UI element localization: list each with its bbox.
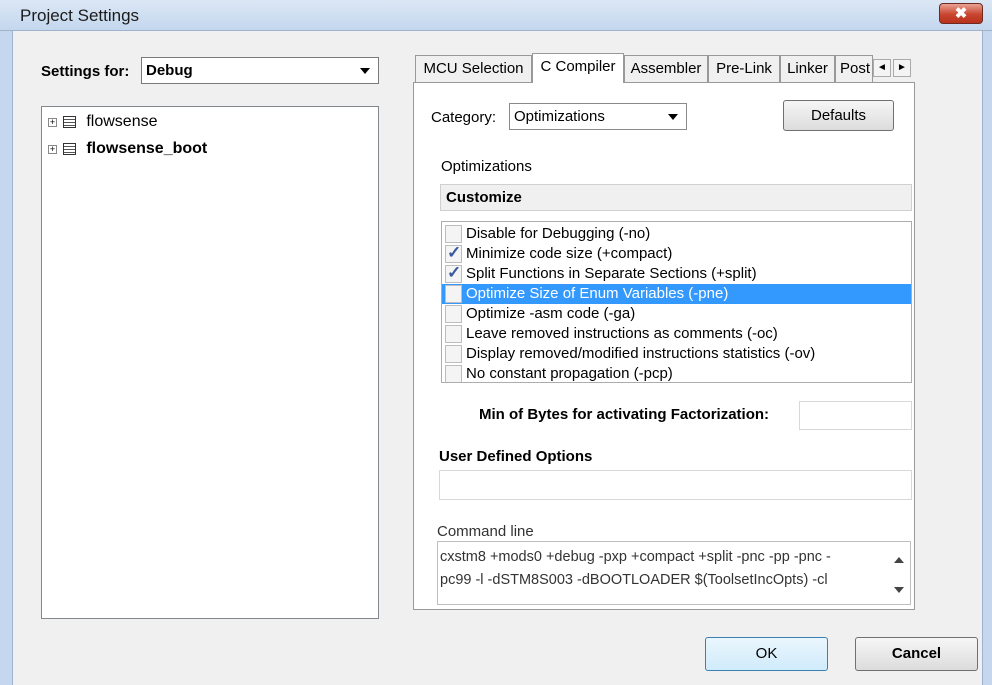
tab-label: Pre-Link xyxy=(716,60,772,77)
tree-item-label: flowsense xyxy=(86,113,158,130)
tree-item-flowsense-boot[interactable]: + flowsense_boot xyxy=(48,140,207,160)
tab-mcu-selection[interactable]: MCU Selection xyxy=(415,55,532,82)
option-checkbox[interactable] xyxy=(445,305,462,323)
option-label: Optimize -asm code (-ga) xyxy=(466,305,636,322)
cancel-button[interactable]: Cancel xyxy=(855,637,978,671)
option-label: Disable for Debugging (-no) xyxy=(466,225,651,242)
command-line-scrollbar[interactable] xyxy=(887,542,910,604)
tab-label: Post xyxy=(840,60,871,77)
option-row[interactable]: Leave removed instructions as comments (… xyxy=(442,324,911,344)
chevron-down-icon xyxy=(360,68,370,74)
tab-pre-link[interactable]: Pre-Link xyxy=(708,55,780,82)
option-label: Minimize code size (+compact) xyxy=(466,245,673,262)
tab-assembler[interactable]: Assembler xyxy=(624,55,708,82)
chevron-down-icon xyxy=(668,114,678,120)
scroll-up-icon[interactable] xyxy=(894,557,904,563)
tab-label: MCU Selection xyxy=(423,60,524,77)
close-button[interactable]: ✖ xyxy=(939,3,983,24)
tab-post[interactable]: Post xyxy=(835,55,873,82)
option-row[interactable]: Optimize -asm code (-ga) xyxy=(442,304,911,324)
title-bar: Project Settings ✖ xyxy=(0,0,992,31)
tab-scroll-left-icon[interactable]: ◄ xyxy=(873,59,891,77)
checkmark-icon: ✓ xyxy=(447,243,462,262)
option-checkbox[interactable] xyxy=(445,345,462,363)
option-row[interactable]: Display removed/modified instructions st… xyxy=(442,344,911,364)
command-line-label: Command line xyxy=(437,523,534,540)
option-checkbox[interactable]: ✓ xyxy=(445,263,462,283)
window-frame-right xyxy=(982,31,992,685)
option-label: Optimize Size of Enum Variables (-pne) xyxy=(466,285,729,302)
tab-scroll-right-icon[interactable]: ► xyxy=(893,59,911,77)
tree-item-flowsense[interactable]: + flowsense xyxy=(48,113,158,133)
option-checkbox[interactable]: ✓ xyxy=(445,243,462,263)
project-tree[interactable]: + flowsense + flowsense_boot xyxy=(41,106,379,619)
tab-label: Assembler xyxy=(630,60,702,77)
ok-button[interactable]: OK xyxy=(705,637,828,671)
factorization-label: Min of Bytes for activating Factorizatio… xyxy=(479,406,770,423)
category-label: Category: xyxy=(431,109,497,126)
tab-label: Linker xyxy=(787,60,828,77)
tab-c-compiler[interactable]: C Compiler xyxy=(532,53,624,83)
defaults-button[interactable]: Defaults xyxy=(783,100,894,131)
command-line-line: cxstm8 +mods0 +debug -pxp +compact +spli… xyxy=(440,549,831,565)
scroll-down-icon[interactable] xyxy=(894,587,904,593)
checkmark-icon: ✓ xyxy=(447,263,462,282)
option-row-selected[interactable]: Optimize Size of Enum Variables (-pne) xyxy=(442,284,911,304)
option-checkbox[interactable] xyxy=(445,225,462,243)
option-label: Split Functions in Separate Sections (+s… xyxy=(466,265,757,282)
option-label: Leave removed instructions as comments (… xyxy=(466,325,778,342)
command-line-textarea[interactable]: cxstm8 +mods0 +debug -pxp +compact +spli… xyxy=(437,541,911,605)
window-frame-left xyxy=(0,31,13,685)
option-label: No constant propagation (-pcp) xyxy=(466,365,673,382)
tab-label: C Compiler xyxy=(540,58,616,75)
option-row[interactable]: Disable for Debugging (-no) xyxy=(442,224,911,244)
expand-icon[interactable]: + xyxy=(48,144,57,154)
project-icon xyxy=(63,116,77,129)
expand-icon[interactable]: + xyxy=(48,117,57,127)
close-icon: ✖ xyxy=(954,5,968,22)
command-line-line: pc99 -l -dSTM8S003 -dBOOTLOADER $(Toolse… xyxy=(440,572,828,588)
option-row[interactable]: ✓ Split Functions in Separate Sections (… xyxy=(442,263,911,284)
option-row[interactable]: ✓ Minimize code size (+compact) xyxy=(442,243,911,264)
option-checkbox[interactable] xyxy=(445,285,462,303)
option-checkbox[interactable] xyxy=(445,365,462,382)
command-line-text: cxstm8 +mods0 +debug -pxp +compact +spli… xyxy=(440,546,880,592)
factorization-input[interactable] xyxy=(799,401,912,430)
optimizations-heading: Optimizations xyxy=(441,158,532,175)
tab-linker[interactable]: Linker xyxy=(780,55,835,82)
settings-for-value: Debug xyxy=(146,62,193,79)
project-icon xyxy=(63,143,77,156)
optimization-options-list[interactable]: Disable for Debugging (-no) ✓ Minimize c… xyxy=(441,221,912,383)
user-defined-options-input[interactable] xyxy=(439,470,912,500)
option-row[interactable]: No constant propagation (-pcp) xyxy=(442,364,911,382)
optimizations-mode[interactable]: Customize xyxy=(440,184,912,211)
tree-item-label: flowsense_boot xyxy=(86,140,208,157)
option-label: Display removed/modified instructions st… xyxy=(466,345,816,362)
option-checkbox[interactable] xyxy=(445,325,462,343)
category-dropdown[interactable]: Optimizations xyxy=(509,103,687,130)
category-value: Optimizations xyxy=(514,108,605,125)
user-defined-options-label: User Defined Options xyxy=(439,448,593,465)
settings-for-dropdown[interactable]: Debug xyxy=(141,57,379,84)
window-title: Project Settings xyxy=(20,6,140,25)
settings-for-label: Settings for: xyxy=(41,63,130,80)
